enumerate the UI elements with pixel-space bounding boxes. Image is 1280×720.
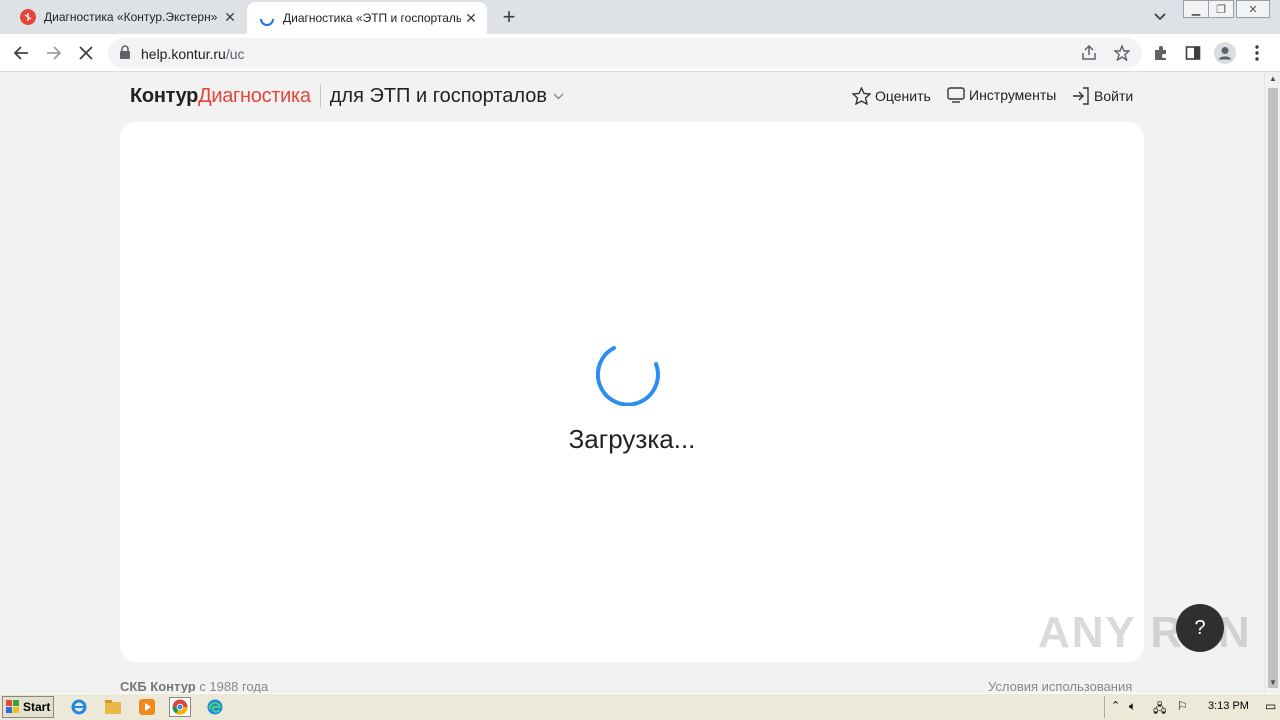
taskbar-clock: 3:13 PM [1208, 700, 1249, 712]
stop-loading-icon[interactable] [73, 40, 99, 66]
lock-icon [120, 45, 130, 59]
loading-text: Загрузка... [568, 424, 696, 454]
tab-etp-gosportaly[interactable]: Диагностика «ЭТП и госпорталы» ✕ [247, 2, 487, 34]
close-tab-icon[interactable]: ✕ [461, 8, 481, 28]
action-center-flag-icon[interactable]: ⚐ [1177, 699, 1188, 713]
tab-title: Диагностика «ЭТП и госпорталы» [283, 11, 461, 25]
star-icon [852, 87, 871, 105]
brand-logo-kontur[interactable]: Контур [130, 85, 198, 108]
share-icon[interactable] [1081, 44, 1097, 66]
url-text: help.kontur.ru/uc [141, 46, 245, 62]
loading-spinner-icon [596, 346, 660, 406]
volume-icon[interactable]: 🔈︎ [1129, 699, 1136, 714]
tray-expand-icon[interactable]: ⌃ [1111, 699, 1120, 712]
content-card: Загрузка... [120, 122, 1144, 662]
brand-separator [319, 84, 321, 108]
tools-link[interactable]: Инструменты [947, 87, 1056, 103]
tools-label: Инструменты [969, 87, 1057, 103]
windows-flag-icon [6, 700, 19, 713]
url-path: /uc [225, 46, 245, 62]
monitor-icon [947, 87, 965, 103]
restore-icon[interactable]: ❐ [1208, 0, 1234, 18]
forward-arrow-icon[interactable] [41, 40, 67, 66]
site-header-brand: Контур Диагностика для ЭТП и госпорталов [130, 84, 564, 108]
product-selector[interactable]: для ЭТП и госпорталов [330, 85, 547, 108]
file-explorer-icon[interactable] [102, 697, 124, 717]
footer-since: с 1988 года [195, 679, 269, 693]
loading-spinner-icon [260, 18, 274, 26]
login-icon [1073, 87, 1089, 105]
system-tray: ⌃ 🔈︎ 🖧︎ ⚐ ▭ [1104, 696, 1280, 718]
menu-kebab-icon[interactable] [1244, 40, 1270, 66]
help-button[interactable]: ? [1176, 604, 1224, 652]
edge-icon[interactable] [204, 697, 226, 717]
browser-toolbar: help.kontur.ru/uc [0, 34, 1280, 72]
kontur-favicon-icon [20, 9, 36, 25]
side-panel-icon[interactable] [1180, 40, 1206, 66]
extensions-puzzle-icon[interactable] [1148, 40, 1174, 66]
scroll-down-arrow-icon[interactable]: ▼ [1269, 678, 1277, 687]
show-desktop-icon[interactable]: ▭ [1265, 699, 1276, 713]
rate-label: Оценить [875, 88, 931, 104]
close-window-icon[interactable]: ✕ [1236, 0, 1270, 18]
start-button[interactable]: Start [2, 696, 54, 718]
tab-strip: Диагностика «Контур.Экстерн» ✕ Диагности… [0, 0, 1280, 34]
chevron-down-icon[interactable] [553, 93, 564, 100]
windows-taskbar: Start ⌃ 🔈︎ 🖧︎ ⚐ ▭ 3:13 PM [0, 693, 1280, 720]
brand-logo-diagnostika[interactable]: Диагностика [198, 85, 311, 108]
tab-title: Диагностика «Контур.Экстерн» [44, 10, 218, 24]
rate-link[interactable]: Оценить [852, 87, 931, 105]
footer-company: СКБ Контур с 1988 года [120, 679, 268, 693]
minimize-icon[interactable]: ▁ [1183, 0, 1209, 18]
bookmark-star-icon[interactable] [1113, 44, 1131, 66]
media-player-icon[interactable] [136, 697, 158, 717]
start-label: Start [23, 700, 51, 714]
close-tab-icon[interactable]: ✕ [220, 7, 240, 27]
new-tab-button[interactable]: + [498, 6, 520, 28]
page-viewport: Контур Диагностика для ЭТП и госпорталов… [0, 72, 1264, 693]
scroll-up-arrow-icon[interactable]: ▲ [1269, 74, 1277, 83]
profile-avatar-icon[interactable] [1212, 40, 1238, 66]
login-label: Войти [1094, 88, 1134, 104]
tab-kontur-extern[interactable]: Диагностика «Контур.Экстерн» ✕ [8, 0, 246, 34]
scrollbar-thumb[interactable] [1268, 88, 1278, 688]
login-link[interactable]: Войти [1072, 87, 1133, 105]
vertical-scrollbar[interactable]: ▲ ▼ [1264, 72, 1280, 693]
back-arrow-icon[interactable] [8, 40, 34, 66]
chrome-icon[interactable] [169, 697, 191, 717]
address-bar[interactable]: help.kontur.ru/uc [108, 38, 1142, 68]
network-icon[interactable]: 🖧︎ [1153, 699, 1166, 720]
internet-explorer-icon[interactable] [68, 697, 90, 717]
url-host: help.kontur.ru [141, 46, 226, 62]
terms-link[interactable]: Условия использования [988, 679, 1132, 693]
tab-search-chevron-icon[interactable] [1150, 8, 1170, 26]
footer-company-name: СКБ Контур [120, 679, 196, 693]
